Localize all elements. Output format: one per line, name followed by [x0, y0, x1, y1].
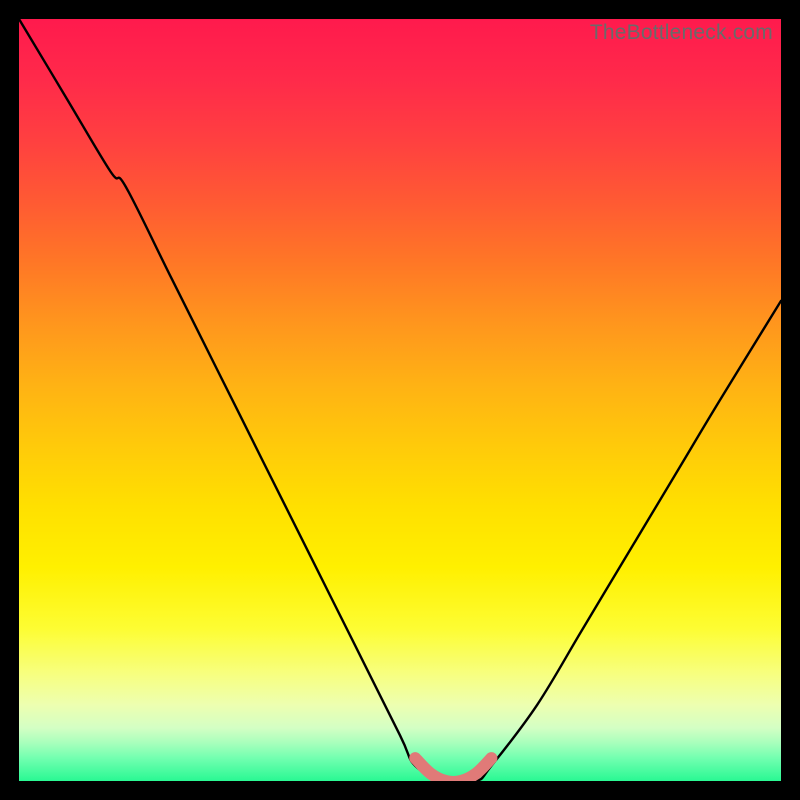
bottleneck-curve	[19, 19, 781, 781]
plot-area: TheBottleneck.com	[19, 19, 781, 781]
chart-frame: TheBottleneck.com	[0, 0, 800, 800]
chart-svg	[19, 19, 781, 781]
flat-minimum-marker	[415, 758, 491, 781]
